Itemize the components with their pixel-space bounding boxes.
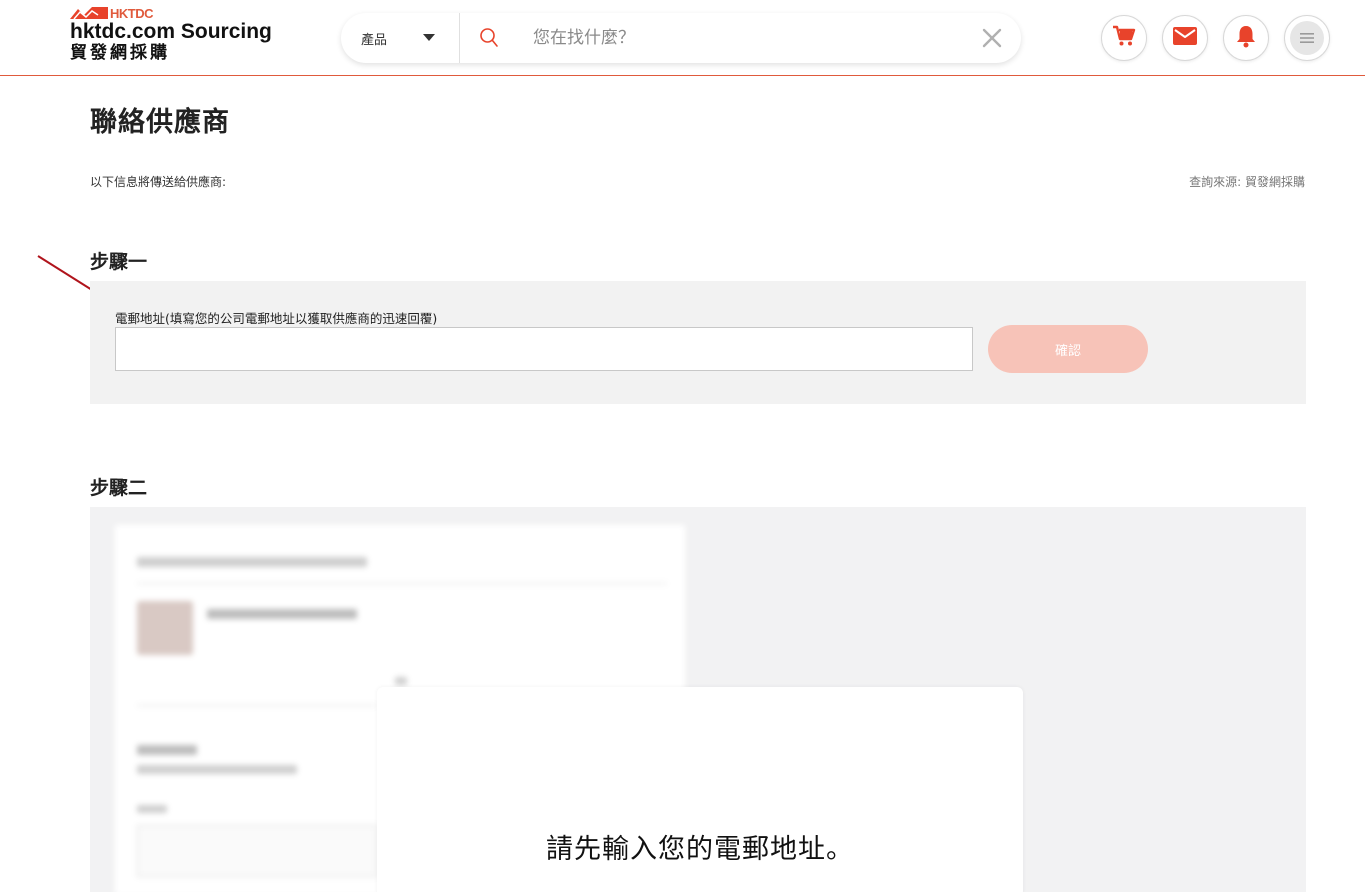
step2-title: 步驟二 <box>90 477 148 499</box>
blurred-text <box>207 609 357 619</box>
blurred-text <box>137 805 167 813</box>
hktdc-flag-icon <box>70 7 108 19</box>
logo-subtitle: 貿發網採購 <box>70 43 170 63</box>
search-divider <box>459 13 460 63</box>
close-icon[interactable] <box>981 27 1003 49</box>
blurred-divider <box>137 705 377 706</box>
blurred-input <box>137 825 377 877</box>
logo-mark: HKTDC <box>70 5 272 21</box>
info-text: 以下信息將傳送給供應商: <box>90 175 227 189</box>
page-title: 聯絡供應商 <box>90 107 230 138</box>
search-category-select[interactable]: 產品 <box>361 29 387 48</box>
logo-title: hktdc.com Sourcing <box>70 20 272 43</box>
email-label: 電郵地址(填寫您的公司電郵地址以獲取供應商的迅速回覆) <box>115 311 438 326</box>
blurred-text <box>137 557 367 567</box>
messages-button[interactable] <box>1162 15 1208 61</box>
mail-icon <box>1173 27 1197 49</box>
bell-icon <box>1235 24 1257 52</box>
email-field[interactable] <box>115 327 973 371</box>
step1-panel: 電郵地址(填寫您的公司電郵地址以獲取供應商的迅速回覆) 確認 <box>90 281 1306 404</box>
blurred-text <box>137 745 197 755</box>
top-header: HKTDC hktdc.com Sourcing 貿發網採購 產品 <box>0 0 1365 76</box>
cart-icon <box>1112 25 1136 51</box>
menu-button[interactable] <box>1284 15 1330 61</box>
cart-button[interactable] <box>1101 15 1147 61</box>
site-logo[interactable]: HKTDC hktdc.com Sourcing 貿發網採購 <box>70 6 272 63</box>
overlay-message: 請先輸入您的電郵地址。 <box>546 834 854 865</box>
search-icon[interactable] <box>479 27 499 49</box>
blurred-divider <box>137 583 667 584</box>
chevron-down-icon[interactable] <box>423 34 435 41</box>
logo-brand: HKTDC <box>110 5 154 21</box>
notifications-button[interactable] <box>1223 15 1269 61</box>
blurred-product-image <box>137 601 193 655</box>
menu-icon <box>1290 21 1324 55</box>
blurred-text <box>395 677 407 685</box>
email-required-overlay: 請先輸入您的電郵地址。 <box>377 687 1023 892</box>
blurred-text <box>137 765 297 774</box>
confirm-button[interactable]: 確認 <box>988 325 1148 373</box>
search-bar: 產品 <box>341 13 1021 63</box>
source-text: 查詢來源: 貿發網採購 <box>1189 175 1305 189</box>
search-input[interactable] <box>533 26 953 50</box>
